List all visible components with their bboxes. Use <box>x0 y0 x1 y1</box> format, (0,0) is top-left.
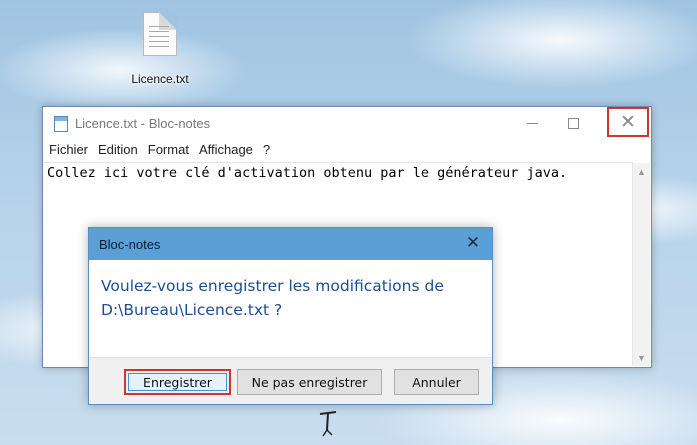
text-file-icon <box>143 12 177 56</box>
desktop-file-licence[interactable]: Licence.txt <box>124 12 196 86</box>
vertical-scrollbar[interactable]: ▲ ▼ <box>632 163 650 366</box>
notepad-title: Licence.txt - Bloc-notes <box>75 116 211 131</box>
maximize-icon <box>567 117 579 129</box>
dialog-message-line2: D:\Bureau\Licence.txt ? <box>101 301 283 319</box>
dialog-message-line1: Voulez-vous enregistrer les modification… <box>101 277 444 295</box>
dialog-title: Bloc-notes <box>99 237 161 252</box>
menu-edition[interactable]: Edition <box>94 142 142 162</box>
dont-save-button-label: Ne pas enregistrer <box>251 374 368 390</box>
save-changes-dialog: Bloc-notes ✕ Voulez-vous enregistrer les… <box>88 227 493 405</box>
save-button[interactable]: Enregistrer <box>124 369 231 395</box>
dialog-message: Voulez-vous enregistrer les modification… <box>101 274 480 322</box>
notepad-titlebar[interactable]: Licence.txt - Bloc-notes ✕ <box>43 107 651 139</box>
dont-save-button[interactable]: Ne pas enregistrer <box>237 369 382 395</box>
menu-format[interactable]: Format <box>144 142 193 162</box>
focus-ring <box>128 373 227 391</box>
menu-fichier[interactable]: Fichier <box>45 142 92 162</box>
dialog-titlebar[interactable]: Bloc-notes ✕ <box>89 228 492 260</box>
notepad-menubar: Fichier Edition Format Affichage ? <box>43 142 274 162</box>
close-icon: ✕ <box>620 111 636 133</box>
scroll-up-icon[interactable]: ▲ <box>633 163 650 180</box>
scroll-down-icon[interactable]: ▼ <box>633 349 650 366</box>
notepad-close-button[interactable]: ✕ <box>607 107 649 137</box>
desktop-file-label: Licence.txt <box>131 72 189 86</box>
sky-figure-icon <box>319 411 337 437</box>
minimize-icon <box>526 122 538 124</box>
minimize-button[interactable] <box>510 107 554 139</box>
cancel-button-label: Annuler <box>412 374 461 390</box>
maximize-button[interactable] <box>551 107 595 139</box>
notepad-app-icon <box>54 116 68 132</box>
dialog-button-bar: Enregistrer Ne pas enregistrer Annuler <box>89 357 492 404</box>
dialog-close-icon[interactable]: ✕ <box>462 232 484 254</box>
cancel-button[interactable]: Annuler <box>394 369 479 395</box>
menu-help[interactable]: ? <box>259 142 274 162</box>
menu-affichage[interactable]: Affichage <box>195 142 257 162</box>
